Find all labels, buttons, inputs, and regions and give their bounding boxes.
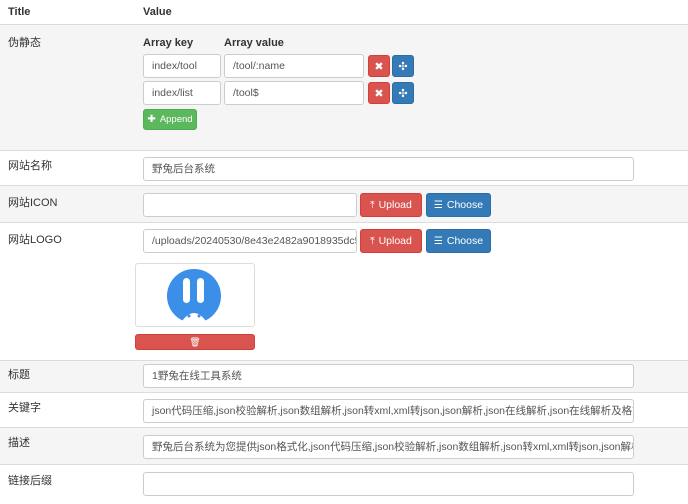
array-key-header: Array key <box>143 37 194 49</box>
array-key-input-2[interactable]: index/list <box>143 81 221 105</box>
rabbit-logo-icon <box>167 269 221 324</box>
table-header: Title Value <box>0 0 688 24</box>
array-value-input-2[interactable]: /tool$ <box>224 81 364 105</box>
site-logo-input[interactable]: /uploads/20240530/8e43e2482a9018935dc5 <box>143 229 357 253</box>
upload-icon: ⤒ <box>370 200 375 211</box>
icon-upload-label: Upload <box>378 199 412 211</box>
site-icon-input[interactable] <box>143 193 357 217</box>
array-key-input-1[interactable]: index/tool <box>143 54 221 78</box>
logo-upload-button[interactable]: ⤒ Upload <box>360 229 422 253</box>
site-name-row: 网站名称 野兔后台系统 <box>0 150 688 185</box>
logo-preview[interactable] <box>135 263 255 327</box>
logo-upload-label: Upload <box>378 235 412 247</box>
keywords-label: 关键字 <box>8 402 41 414</box>
drag-row-button-2[interactable]: ✣ <box>392 82 414 104</box>
title-row: 标题 1野兔在线工具系统 <box>0 360 688 392</box>
list-icon: ☰ <box>433 200 443 211</box>
logo-choose-label: Choose <box>446 235 484 247</box>
move-icon: ✣ <box>398 61 408 73</box>
close-icon: ✖ <box>374 61 384 73</box>
site-icon-label: 网站ICON <box>8 197 58 209</box>
logo-choose-button[interactable]: ☰ Choose <box>426 229 491 253</box>
title-field-input[interactable]: 1野兔在线工具系统 <box>143 364 634 388</box>
pseudo-static-row: 伪静态 Array key Array value index/tool /to… <box>0 24 688 150</box>
move-icon: ✣ <box>398 88 408 100</box>
pseudo-static-label: 伪静态 <box>8 37 41 49</box>
remove-row-button-2[interactable]: ✖ <box>368 82 390 104</box>
site-logo-row: 网站LOGO /uploads/20240530/8e43e2482a90189… <box>0 222 688 360</box>
array-value-input-1[interactable]: /tool/:name <box>224 54 364 78</box>
site-logo-label: 网站LOGO <box>8 234 62 246</box>
list-icon: ☰ <box>433 236 443 247</box>
link-suffix-input[interactable] <box>143 472 634 496</box>
site-name-label: 网站名称 <box>8 160 52 172</box>
plus-icon: ✚ <box>147 114 156 125</box>
upload-icon: ⤒ <box>370 236 375 247</box>
description-row: 描述 野兔后台系统为您提供json格式化,json代码压缩,json校验解析,j… <box>0 427 688 464</box>
append-button[interactable]: ✚ Append <box>143 109 197 130</box>
title-field-label: 标题 <box>8 369 30 381</box>
value-column-header: Value <box>143 6 172 18</box>
icon-choose-button[interactable]: ☰ Choose <box>426 193 491 217</box>
array-value-header: Array value <box>224 37 284 49</box>
icon-upload-button[interactable]: ⤒ Upload <box>360 193 422 217</box>
delete-logo-button[interactable]: 🗑 <box>135 334 255 350</box>
drag-row-button-1[interactable]: ✣ <box>392 55 414 77</box>
remove-row-button-1[interactable]: ✖ <box>368 55 390 77</box>
keywords-input[interactable]: json代码压缩,json校验解析,json数组解析,json转xml,xml转… <box>143 399 634 423</box>
title-column-header: Title <box>8 6 31 18</box>
description-label: 描述 <box>8 437 30 449</box>
close-icon: ✖ <box>374 88 384 100</box>
trash-icon: 🗑 <box>189 337 201 347</box>
keywords-row: 关键字 json代码压缩,json校验解析,json数组解析,json转xml,… <box>0 392 688 427</box>
site-name-input[interactable]: 野兔后台系统 <box>143 157 634 181</box>
icon-choose-label: Choose <box>446 199 484 211</box>
append-label: Append <box>159 114 193 125</box>
description-input[interactable]: 野兔后台系统为您提供json格式化,json代码压缩,json校验解析,json… <box>143 435 634 459</box>
link-suffix-row: 链接后缀 <box>0 464 688 504</box>
link-suffix-label: 链接后缀 <box>8 475 52 487</box>
site-icon-row: 网站ICON ⤒ Upload ☰ Choose <box>0 185 688 222</box>
